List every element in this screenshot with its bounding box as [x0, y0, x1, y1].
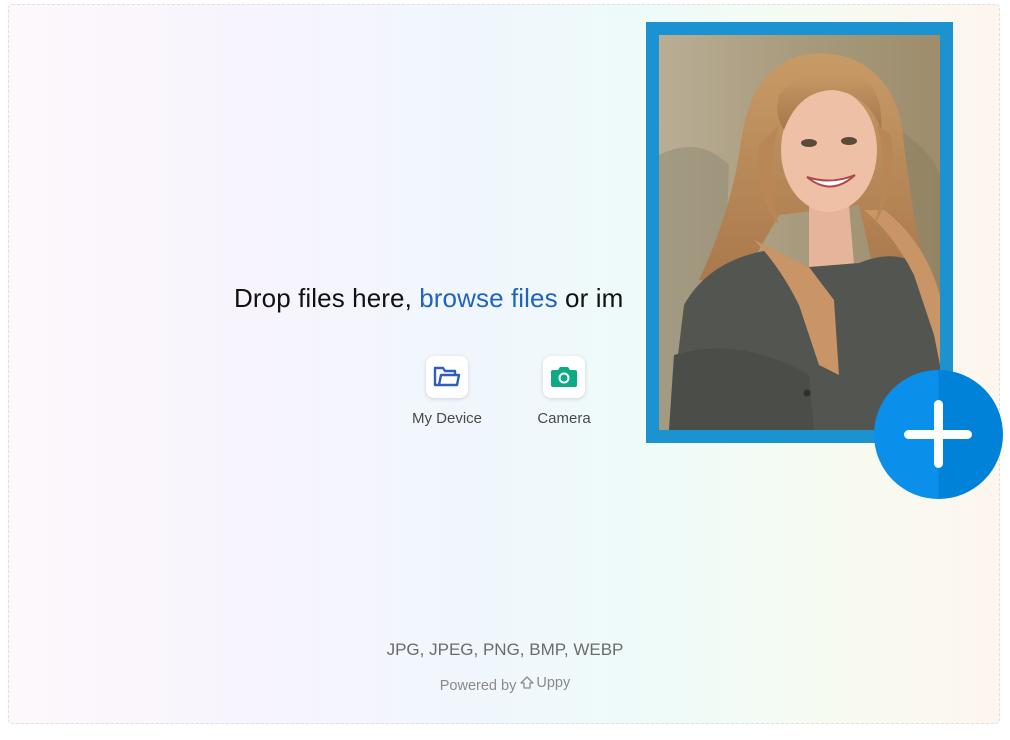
browse-files-link[interactable]: browse files [419, 283, 557, 313]
uppy-brand[interactable]: Uppy [520, 675, 570, 691]
add-photo-button[interactable] [874, 370, 1003, 499]
drop-prompt-suffix: or im [565, 283, 624, 313]
source-label: My Device [411, 410, 482, 427]
source-tile[interactable] [426, 356, 468, 398]
source-tile[interactable] [543, 356, 585, 398]
uppy-logo-icon [520, 676, 535, 689]
drop-prompt: Drop files here, browse files or im [234, 283, 623, 314]
powered-by-prefix: Powered by [439, 678, 517, 694]
folder-icon [433, 366, 461, 387]
drop-prompt-prefix: Drop files here, [234, 283, 412, 313]
source-my-device-button[interactable]: My Device [402, 356, 492, 427]
source-camera-button[interactable]: Camera [519, 356, 609, 427]
plus-icon [904, 400, 972, 468]
allowed-formats: JPG, JPEG, PNG, BMP, WEBP [386, 640, 624, 659]
camera-icon [551, 367, 577, 387]
powered-by: Powered by Uppy [9, 675, 999, 694]
uppy-brand-label: Uppy [536, 675, 571, 691]
source-label: Camera [537, 410, 591, 427]
